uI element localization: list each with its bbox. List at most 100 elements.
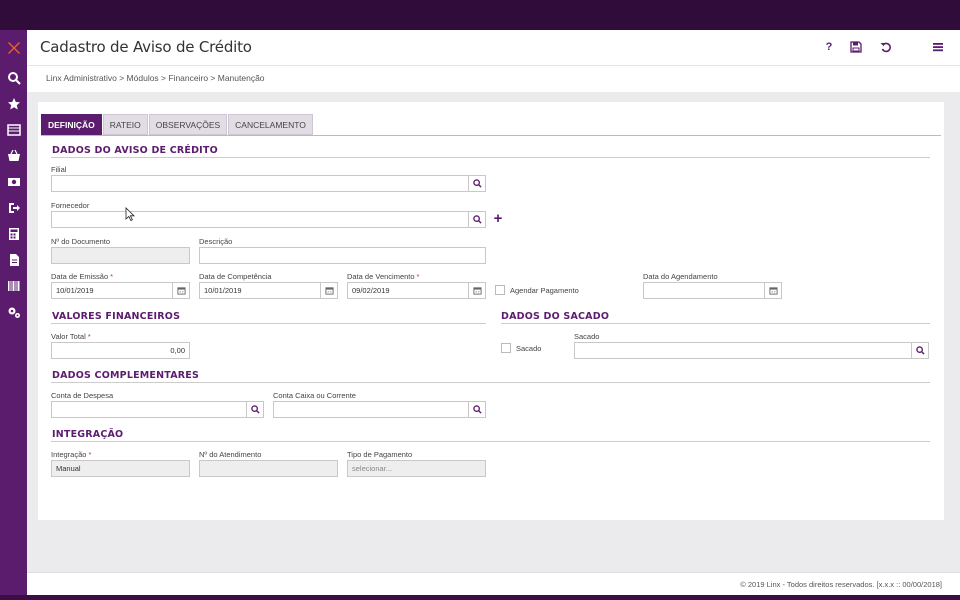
data-competencia-label: Data de Competência	[199, 272, 272, 281]
save-button[interactable]	[849, 40, 863, 54]
settings-icon[interactable]	[6, 304, 21, 319]
section-divider	[501, 323, 930, 324]
basket-icon[interactable]	[6, 148, 21, 163]
num-atendimento-label: Nº do Atendimento	[199, 450, 262, 459]
data-emissao-calendar-button[interactable]	[172, 282, 190, 299]
star-icon[interactable]	[6, 96, 21, 111]
tipo-pagamento-placeholder: selecionar...	[352, 464, 393, 473]
window-top-bar	[0, 0, 960, 30]
search-icon[interactable]	[6, 70, 21, 85]
tipo-pagamento-label: Tipo de Pagamento	[347, 450, 413, 459]
filial-input[interactable]	[51, 175, 469, 192]
section-title-sacado: DADOS DO SACADO	[501, 311, 610, 322]
tab-definicao[interactable]: DEFINIÇÃO	[41, 114, 102, 135]
search-icon	[472, 215, 482, 224]
calendar-icon	[472, 287, 482, 295]
search-icon	[472, 405, 482, 414]
data-vencimento-label: Data de Vencimento *	[347, 272, 420, 281]
sacado-check-label: Sacado	[516, 344, 542, 353]
undo-icon	[880, 42, 891, 53]
data-emissao-label: Data de Emissão *	[51, 272, 114, 281]
question-icon: ?	[825, 41, 833, 53]
num-documento-input[interactable]	[51, 247, 190, 264]
add-fornecedor-button[interactable]: +	[492, 211, 504, 226]
valor-total-label: Valor Total *	[51, 332, 91, 341]
data-competencia-calendar-button[interactable]	[320, 282, 338, 299]
section-divider	[51, 157, 930, 158]
sacado-checkbox[interactable]	[501, 343, 511, 353]
data-emissao-input[interactable]: 10/01/2019	[51, 282, 173, 299]
section-title-complementares: DADOS COMPLEMENTARES	[52, 370, 199, 381]
hamburger-icon	[933, 43, 943, 52]
num-documento-label: Nº do Documento	[51, 237, 111, 246]
section-divider	[51, 441, 930, 442]
data-competencia-input[interactable]: 10/01/2019	[199, 282, 321, 299]
breadcrumb-bar: Linx Administrativo > Módulos > Financei…	[27, 66, 960, 92]
filial-search-button[interactable]	[468, 175, 486, 192]
integracao-label: Integração *	[51, 450, 92, 459]
list-icon[interactable]	[6, 122, 21, 137]
tab-divider	[41, 135, 941, 136]
calendar-icon	[176, 287, 186, 295]
conta-caixa-label: Conta Caixa ou Corrente	[273, 391, 356, 400]
agendar-pagamento-checkbox[interactable]	[495, 285, 505, 295]
page-header: Cadastro de Aviso de Crédito ?	[27, 30, 960, 66]
integracao-input[interactable]: Manual	[51, 460, 190, 477]
mouse-cursor-icon	[125, 207, 135, 221]
exit-icon[interactable]	[6, 200, 21, 215]
search-icon	[472, 179, 482, 188]
search-icon	[250, 405, 260, 414]
section-title-aviso: DADOS DO AVISO DE CRÉDITO	[52, 145, 218, 156]
form-card: DEFINIÇÃO RATEIO OBSERVAÇÕES CANCELAMENT…	[38, 102, 944, 520]
num-atendimento-input[interactable]	[199, 460, 338, 477]
sidebar	[0, 30, 27, 595]
app-area: Cadastro de Aviso de Crédito ? Linx Admi…	[27, 30, 960, 595]
conta-despesa-label: Conta de Despesa	[51, 391, 114, 400]
document-icon[interactable]	[6, 252, 21, 267]
fornecedor-label: Fornecedor	[51, 201, 90, 210]
data-vencimento-input[interactable]: 09/02/2019	[347, 282, 469, 299]
tab-bar: DEFINIÇÃO RATEIO OBSERVAÇÕES CANCELAMENT…	[41, 114, 314, 135]
tab-cancelamento[interactable]: CANCELAMENTO	[228, 114, 313, 135]
copyright-text: © 2019 Linx - Todos direitos reservados.…	[740, 580, 942, 589]
undo-button[interactable]	[879, 40, 893, 54]
data-agendamento-label: Data do Agendamento	[643, 272, 718, 281]
tab-observacoes[interactable]: OBSERVAÇÕES	[148, 114, 228, 135]
data-vencimento-calendar-button[interactable]	[468, 282, 486, 299]
data-agendamento-calendar-button[interactable]	[764, 282, 782, 299]
help-button[interactable]: ?	[822, 40, 836, 54]
agendar-pagamento-label: Agendar Pagamento	[510, 286, 579, 295]
tipo-pagamento-select[interactable]: selecionar...	[347, 460, 486, 477]
logo-icon[interactable]	[6, 40, 21, 55]
fornecedor-input[interactable]	[51, 211, 469, 228]
sacado-input[interactable]	[574, 342, 912, 359]
barcode-icon[interactable]	[6, 278, 21, 293]
search-icon	[915, 346, 925, 355]
descricao-label: Descrição	[199, 237, 233, 246]
conta-despesa-input[interactable]	[51, 401, 247, 418]
descricao-input[interactable]	[199, 247, 486, 264]
section-title-integracao: INTEGRAÇÃO	[52, 429, 124, 440]
sacado-label: Sacado	[574, 332, 600, 341]
sacado-search-button[interactable]	[911, 342, 929, 359]
save-icon	[850, 41, 862, 53]
valor-total-input[interactable]: 0,00	[51, 342, 190, 359]
calendar-icon	[324, 287, 334, 295]
conta-caixa-search-button[interactable]	[468, 401, 486, 418]
fornecedor-search-button[interactable]	[468, 211, 486, 228]
data-agendamento-input[interactable]	[643, 282, 765, 299]
page-title: Cadastro de Aviso de Crédito	[40, 38, 252, 56]
filial-label: Filial	[51, 165, 67, 174]
page-footer: © 2019 Linx - Todos direitos reservados.…	[27, 572, 960, 595]
section-title-valores: VALORES FINANCEIROS	[52, 311, 181, 322]
breadcrumb: Linx Administrativo > Módulos > Financei…	[46, 73, 265, 83]
conta-despesa-search-button[interactable]	[246, 401, 264, 418]
money-icon[interactable]	[6, 174, 21, 189]
conta-caixa-input[interactable]	[273, 401, 469, 418]
section-divider	[51, 323, 486, 324]
calendar-icon	[768, 287, 778, 295]
section-divider	[51, 382, 930, 383]
menu-button[interactable]	[931, 40, 945, 54]
tab-rateio[interactable]: RATEIO	[102, 114, 148, 135]
calculator-icon[interactable]	[6, 226, 21, 241]
